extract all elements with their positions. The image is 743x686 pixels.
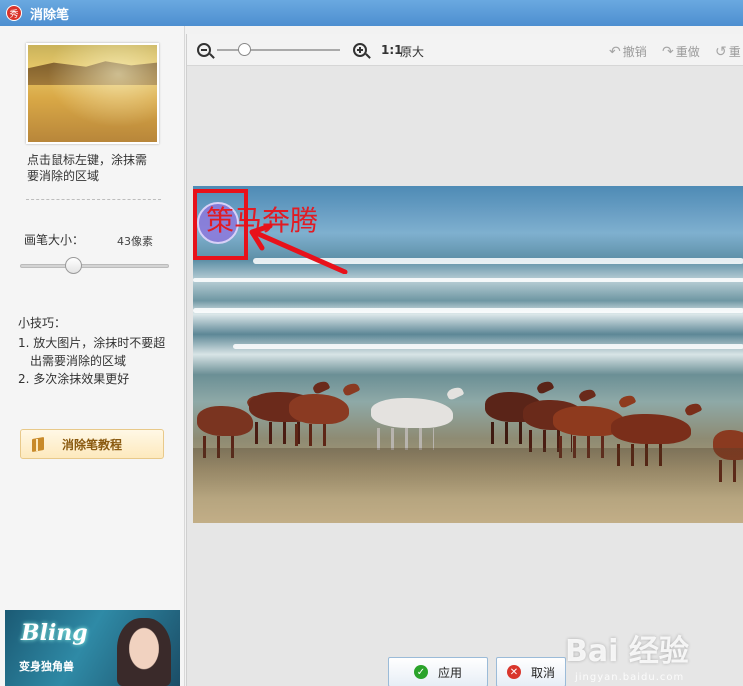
- tips-list: 1. 放大图片，涂抹时不要超出需要消除的区域 2. 多次涂抹效果更好: [18, 334, 168, 388]
- zoom-slider-handle[interactable]: [237, 43, 251, 56]
- horse: [371, 398, 453, 450]
- usage-hint: 点击鼠标左键，涂抹需要消除的区域: [27, 153, 148, 183]
- actual-size-button[interactable]: 原大: [400, 43, 424, 60]
- tutorial-button[interactable]: 消除笔教程: [20, 429, 164, 459]
- cancel-icon: ✕: [506, 665, 521, 679]
- reset-icon: ↺: [715, 43, 727, 60]
- brush-size-slider-handle[interactable]: [65, 257, 83, 274]
- toolbar: 1:1 原大 ↶ 撤销 ↷ 重做 ↺ 重: [187, 34, 743, 66]
- app-logo-icon: 秀: [6, 5, 22, 21]
- divider: [26, 199, 161, 200]
- annotation-arrow-icon: [249, 224, 348, 274]
- zoom-in-icon[interactable]: [353, 43, 367, 57]
- redo-icon: ↷: [662, 43, 674, 60]
- tips-title: 小技巧：: [18, 316, 67, 330]
- wave: [193, 278, 743, 282]
- tip-item: 2. 多次涂抹效果更好: [18, 372, 130, 386]
- undo-button[interactable]: ↶ 撤销: [609, 43, 647, 60]
- ad-banner[interactable]: Bling 变身独角兽: [5, 610, 180, 686]
- horse: [611, 414, 691, 466]
- editor-area: 1:1 原大 ↶ 撤销 ↷ 重做 ↺ 重 策马奔腾 ✓ 应用 ✕ 取消: [186, 34, 743, 686]
- watermark-url: jingyan.baidu.com: [575, 672, 685, 683]
- brush-size-value: 43像素: [117, 235, 153, 248]
- eraser-window: 点击鼠标左键，涂抹需要消除的区域 画笔大小： 43像素 小技巧： 1. 放大图片…: [0, 26, 743, 686]
- ad-subtitle: 变身独角兽: [19, 660, 74, 673]
- wave: [233, 344, 743, 349]
- photo-canvas[interactable]: 策马奔腾: [193, 186, 743, 523]
- window-title: 消除笔: [30, 7, 70, 23]
- horse: [289, 394, 349, 446]
- watermark-logo: Bai 经验: [565, 634, 689, 669]
- brush-size-label: 画笔大小：: [24, 233, 85, 247]
- reset-button[interactable]: ↺ 重: [715, 43, 741, 60]
- annotation-highlight-box: [193, 189, 248, 260]
- cancel-button[interactable]: ✕ 取消: [496, 657, 566, 686]
- apply-button[interactable]: ✓ 应用: [388, 657, 488, 686]
- undo-label: 撤销: [622, 45, 647, 59]
- left-panel: 点击鼠标左键，涂抹需要消除的区域 画笔大小： 43像素 小技巧： 1. 放大图片…: [0, 26, 185, 686]
- baidu-watermark: Bai 经验 jingyan.baidu.com: [565, 626, 740, 686]
- cancel-button-label: 取消: [530, 665, 555, 680]
- reset-label: 重: [728, 45, 741, 59]
- tip-item: 1. 放大图片，涂抹时不要超出需要消除的区域: [18, 336, 166, 368]
- zoom-out-icon[interactable]: [197, 43, 211, 57]
- tutorial-button-label: 消除笔教程: [62, 437, 123, 452]
- check-icon: ✓: [413, 665, 428, 679]
- ad-title: Bling: [21, 620, 88, 646]
- zoom-slider[interactable]: [217, 49, 340, 51]
- horse: [197, 406, 253, 458]
- image-thumbnail: [26, 43, 159, 144]
- book-icon: [31, 436, 47, 452]
- undo-icon: ↶: [609, 43, 621, 60]
- title-bar: 秀 消除笔: [0, 0, 743, 26]
- ad-portrait: [117, 618, 171, 686]
- wave: [193, 308, 743, 313]
- apply-button-label: 应用: [437, 665, 462, 680]
- redo-button[interactable]: ↷ 重做: [662, 43, 700, 60]
- redo-label: 重做: [675, 45, 700, 59]
- water-reflection: [193, 448, 743, 498]
- brush-size-slider[interactable]: [20, 264, 169, 268]
